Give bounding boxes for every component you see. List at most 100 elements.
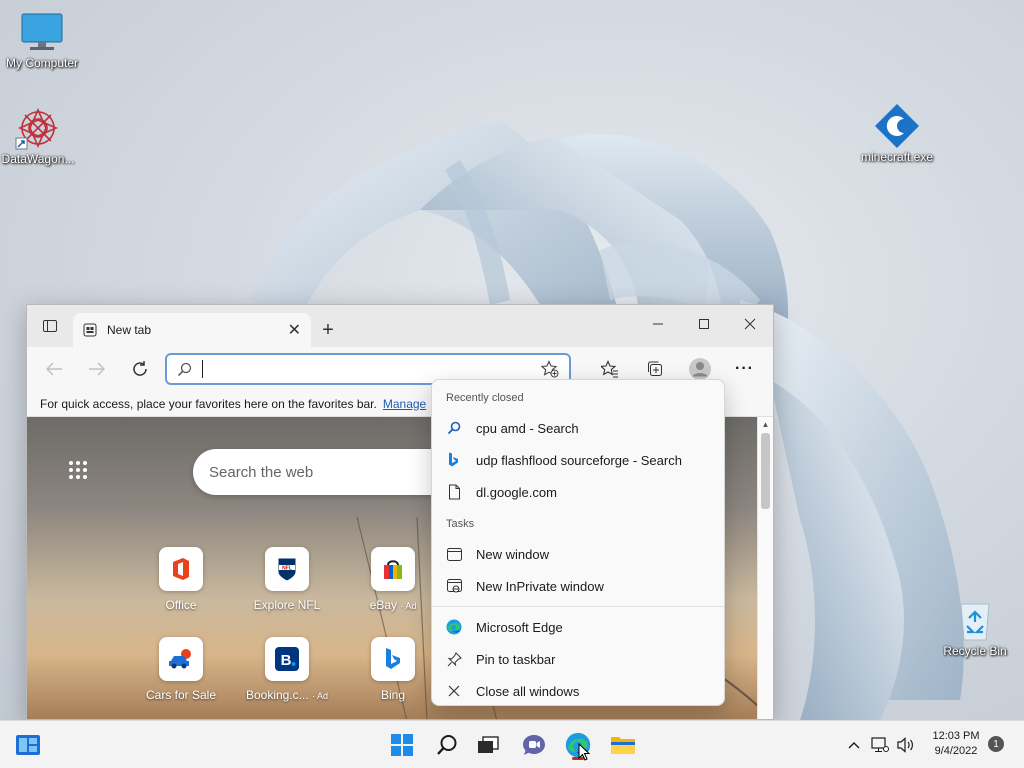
widgets-icon [16,735,40,755]
tile-label: Bing [380,688,406,702]
scroll-up-icon[interactable]: ▲ [758,417,773,431]
taskbar: 12:03 PM 9/4/2022 [0,720,1024,768]
jump-list-item-label: New window [476,546,549,562]
start-button[interactable] [386,729,418,761]
clock-date: 9/4/2022 [934,745,978,757]
more-dots-icon: ··· [735,360,754,377]
volume-button[interactable] [894,737,918,753]
monitor-icon [18,10,66,54]
taskbar-edge-button[interactable] [562,729,594,761]
settings-more-button[interactable]: ··· [722,352,767,386]
scrollbar-thumb[interactable] [761,433,770,509]
address-input[interactable] [213,361,531,377]
quick-link-booking[interactable]: B Booking.c... · Ad [242,637,332,702]
desktop-icon-label: DataWagon... [1,152,75,166]
minimize-button[interactable] [635,305,681,343]
refresh-button[interactable] [120,352,161,386]
car-icon [159,637,203,681]
notification-badge[interactable]: 1 [988,736,1004,752]
desktop-icon-label: Recycle Bin [943,644,1007,658]
apps-launcher-button[interactable] [69,461,87,479]
ad-label: · Ad [400,601,417,611]
inprivate-window-icon [446,578,462,594]
refresh-icon [133,361,148,376]
teams-chat-icon [523,735,545,755]
back-button[interactable] [33,352,74,386]
pin-icon [446,651,462,667]
jump-list-item-label: New InPrivate window [476,578,604,594]
minimize-icon [653,323,663,325]
jump-list-item-label: Pin to taskbar [476,651,556,667]
jump-list-item[interactable]: Close all windows [432,675,724,707]
jump-list-item-label: Microsoft Edge [476,619,563,635]
widgets-button[interactable] [12,729,44,761]
minecraft-exe-icon [873,104,921,148]
quick-link-explore-nfl[interactable]: NFL Explore NFL [242,547,332,612]
page-scrollbar[interactable]: ▲ [757,417,773,719]
tile-label: Explore NFL [253,598,321,612]
add-favorite-icon[interactable] [541,360,559,378]
jump-list-item[interactable]: New window [432,538,724,570]
quick-link-office[interactable]: Office [136,547,226,612]
bing-icon [371,637,415,681]
ad-label: · Ad [312,691,329,701]
close-window-button[interactable] [727,305,773,343]
file-explorer-button[interactable] [607,729,639,761]
desktop-icon-label: minecraft.exe [860,150,934,164]
desktop-icon-label: My Computer [5,56,79,70]
quick-link-bing[interactable]: Bing [348,637,438,702]
ebay-bag-icon [371,547,415,591]
jump-list-item[interactable]: Pin to taskbar [432,643,724,675]
show-hidden-icons-button[interactable] [842,741,866,749]
jump-list-item[interactable]: dl.google.com [432,476,724,508]
quick-link-cars-for-sale[interactable]: Cars for Sale [136,637,226,702]
desktop-icon-recycle-bin[interactable]: Recycle Bin [933,598,1017,658]
jump-list-item[interactable]: New InPrivate window [432,570,724,602]
window-controls [635,305,773,343]
forward-button[interactable] [76,352,117,386]
tile-label: Office [165,598,197,612]
new-tab-button[interactable]: + [311,313,345,347]
edge-icon [446,619,462,635]
jump-list-item[interactable]: Microsoft Edge [432,611,724,643]
quick-link-ebay[interactable]: eBay · Ad [348,547,438,612]
search-icon [178,362,192,376]
tab-close-icon[interactable]: ✕ [288,320,301,340]
divider [432,606,724,607]
manage-favorites-link[interactable]: Manage [383,397,426,411]
task-view-icon [478,736,499,753]
jump-list-item[interactable]: cpu amd - Search [432,412,724,444]
desktop-icon-my-computer[interactable]: My Computer [0,10,84,70]
maximize-button[interactable] [681,305,727,343]
desktop-icon-datawagon[interactable]: DataWagon... [0,106,80,166]
tab-actions-icon [43,320,57,332]
windows-logo-icon [391,734,413,756]
web-search-placeholder: Search the web [209,463,314,481]
tab-title: New tab [107,323,152,337]
favorites-list-icon [600,360,618,378]
clock[interactable]: 12:03 PM 9/4/2022 [920,729,992,759]
search-button[interactable] [431,729,463,761]
maximize-icon [699,319,709,329]
mouse-cursor-icon [578,743,590,761]
edge-jump-list: Recently closed cpu amd - Search udp fla… [431,379,725,706]
desktop-icon-minecraft-exe[interactable]: minecraft.exe [855,104,939,164]
tasks-header: Tasks [446,518,475,530]
network-button[interactable] [866,737,894,753]
search-icon [437,735,457,755]
booking-icon: B [265,637,309,681]
tab-actions-button[interactable] [27,305,73,347]
search-icon [446,420,462,436]
jump-list-item[interactable]: udp flashflood sourceforge - Search [432,444,724,476]
browser-titlebar: New tab ✕ + [27,305,773,347]
jump-list-item-label: udp flashflood sourceforge - Search [476,452,682,468]
new-tab-page-icon [83,323,97,337]
tile-label: Cars for Sale [145,688,217,702]
tab-new-tab[interactable]: New tab ✕ [73,313,311,347]
chat-button[interactable] [518,729,550,761]
task-view-button[interactable] [472,729,504,761]
office-icon [159,547,203,591]
window-icon [446,546,462,562]
jump-list-item-label: Close all windows [476,683,580,699]
close-icon [744,318,756,330]
